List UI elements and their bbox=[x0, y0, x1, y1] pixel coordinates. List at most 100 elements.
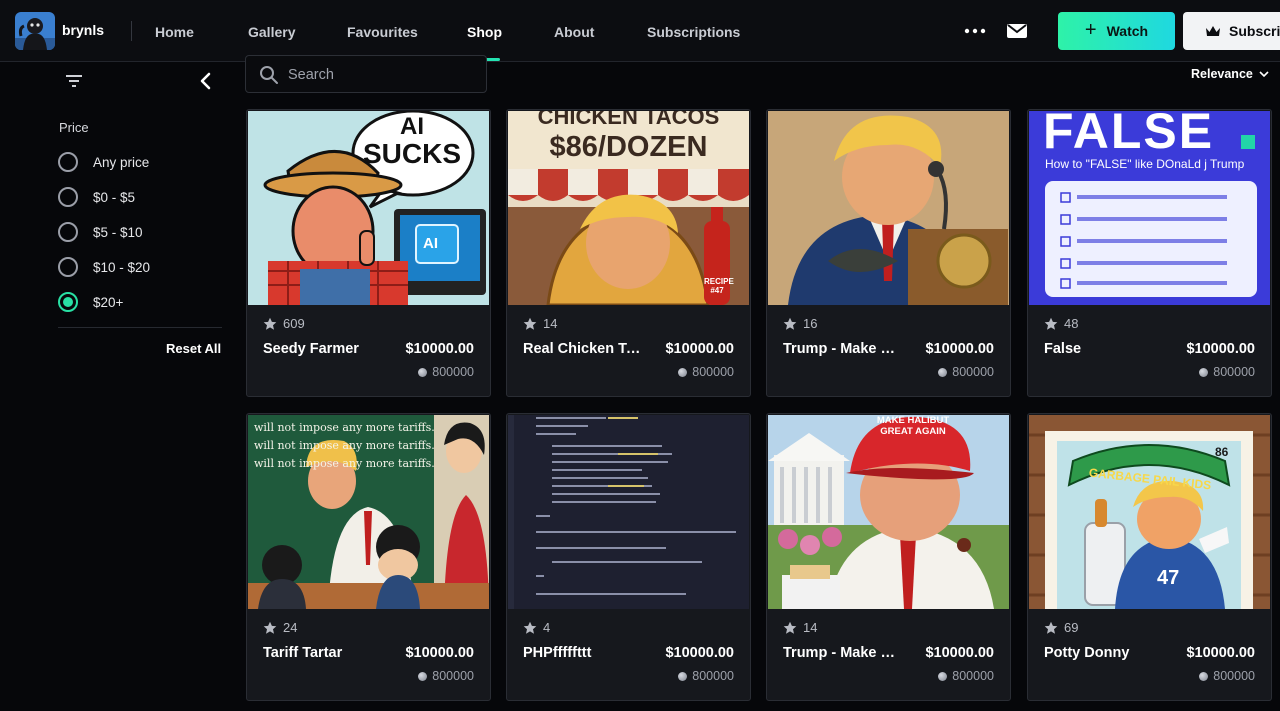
likes: 609 bbox=[263, 316, 305, 331]
likes: 14 bbox=[523, 316, 557, 331]
chevron-down-icon bbox=[1259, 70, 1269, 77]
likes: 24 bbox=[263, 620, 297, 635]
star-icon bbox=[523, 317, 537, 330]
nav-home[interactable]: Home bbox=[155, 24, 194, 40]
product-card-potty-donny[interactable]: GARBAGE PAIL KIDS 86 47 69 Potty Donny $… bbox=[1027, 413, 1272, 701]
product-card-trump-make-halibut-2[interactable]: MAKE HALIBUT GREAT AGAIN 14 Trump - Make… bbox=[766, 413, 1011, 701]
nav-about[interactable]: About bbox=[554, 24, 594, 40]
plus-icon: + bbox=[1084, 19, 1097, 41]
product-card-trump-make-halibut[interactable]: 16 Trump - Make Halibut Great Again $100… bbox=[766, 109, 1011, 397]
product-points: 800000 bbox=[418, 669, 474, 683]
points-icon bbox=[1199, 671, 1209, 681]
nav-favourites[interactable]: Favourites bbox=[347, 24, 418, 40]
avatar[interactable] bbox=[15, 12, 55, 50]
likes-count: 14 bbox=[543, 316, 558, 331]
likes-count: 4 bbox=[543, 620, 551, 635]
card-meta: 48 False $10000.00 800000 bbox=[1028, 306, 1271, 396]
likes: 48 bbox=[1044, 316, 1078, 331]
product-thumbnail[interactable]: GARBAGE PAIL KIDS 86 47 bbox=[1029, 415, 1270, 609]
thumbnail-text: AI bbox=[423, 235, 438, 252]
radio-button-selected[interactable] bbox=[58, 292, 78, 312]
search-input[interactable] bbox=[288, 64, 478, 86]
star-icon bbox=[1044, 317, 1058, 330]
product-card-seedy-farmer[interactable]: AI SUCKS AI 609 Seedy Farmer $10000.00 8… bbox=[246, 109, 491, 397]
product-price: $10000.00 bbox=[1186, 341, 1255, 357]
product-title[interactable]: PHPfffffttt bbox=[523, 645, 645, 661]
product-title[interactable]: Real Chicken Tacos bbox=[523, 341, 645, 357]
chevron-left-icon[interactable] bbox=[199, 72, 213, 90]
search-box[interactable] bbox=[245, 55, 487, 93]
product-price: $10000.00 bbox=[665, 341, 734, 357]
product-card-false[interactable]: FALSE How to "FALSE" like DOnaLd j Trump… bbox=[1027, 109, 1272, 397]
price-option-any[interactable]: Any price bbox=[58, 151, 149, 173]
star-icon bbox=[783, 621, 797, 634]
more-icon[interactable] bbox=[963, 22, 987, 40]
product-thumbnail[interactable] bbox=[508, 415, 749, 609]
product-card-real-chicken-tacos[interactable]: CHICKEN TACOS $86/DOZEN RECIPE #47 14 Re… bbox=[506, 109, 751, 397]
price-filter-heading: Price bbox=[59, 120, 89, 135]
radio-button[interactable] bbox=[58, 257, 78, 277]
product-price: $10000.00 bbox=[1186, 645, 1255, 661]
price-option-10-20[interactable]: $10 - $20 bbox=[58, 256, 150, 278]
product-points: 800000 bbox=[938, 669, 994, 683]
product-thumbnail[interactable]: will not impose any more tariffs. will n… bbox=[248, 415, 489, 609]
product-price: $10000.00 bbox=[405, 341, 474, 357]
likes-count: 16 bbox=[803, 316, 818, 331]
thumbnail-text: 47 bbox=[1157, 567, 1180, 589]
price-option-5-10[interactable]: $5 - $10 bbox=[58, 221, 143, 243]
nav-gallery[interactable]: Gallery bbox=[248, 24, 295, 40]
product-title[interactable]: Trump - Make Halibut Great Again bbox=[783, 341, 905, 357]
radio-button[interactable] bbox=[58, 222, 78, 242]
price-option-0-5[interactable]: $0 - $5 bbox=[58, 186, 135, 208]
sort-dropdown[interactable]: Relevance bbox=[1191, 67, 1269, 81]
watch-label: Watch bbox=[1106, 23, 1149, 39]
filter-icon[interactable] bbox=[65, 73, 83, 89]
points-value: 800000 bbox=[432, 669, 474, 683]
product-card-phpfffffttt[interactable]: 4 PHPfffffttt $10000.00 800000 bbox=[506, 413, 751, 701]
points-value: 800000 bbox=[692, 365, 734, 379]
product-points: 800000 bbox=[1199, 669, 1255, 683]
watch-button[interactable]: + Watch bbox=[1058, 12, 1175, 50]
thumbnail-text: CHICKEN TACOS bbox=[537, 111, 720, 129]
product-title[interactable]: False bbox=[1044, 341, 1166, 357]
likes-count: 48 bbox=[1064, 316, 1079, 331]
product-points: 800000 bbox=[418, 365, 474, 379]
product-thumbnail[interactable]: MAKE HALIBUT GREAT AGAIN bbox=[768, 415, 1009, 609]
product-card-tariff-tartar[interactable]: will not impose any more tariffs. will n… bbox=[246, 413, 491, 701]
thumbnail-text: FALSE bbox=[1043, 111, 1215, 159]
card-meta: 14 Trump - Make Halibut Great Again $100… bbox=[767, 610, 1010, 700]
points-icon bbox=[418, 671, 428, 681]
points-value: 800000 bbox=[432, 365, 474, 379]
price-option-20-plus[interactable]: $20+ bbox=[58, 291, 123, 313]
nav-subscriptions[interactable]: Subscriptions bbox=[647, 24, 740, 40]
reset-all-button[interactable]: Reset All bbox=[166, 341, 221, 356]
username[interactable]: brynls bbox=[62, 22, 104, 38]
points-icon bbox=[1199, 367, 1209, 377]
points-value: 800000 bbox=[952, 365, 994, 379]
search-icon bbox=[260, 66, 278, 84]
product-thumbnail[interactable] bbox=[768, 111, 1009, 305]
product-thumbnail[interactable]: AI SUCKS AI bbox=[248, 111, 489, 305]
thumbnail-text: How to "FALSE" like DOnaLd j Trump bbox=[1045, 157, 1245, 171]
subscribe-button[interactable]: Subscrib bbox=[1183, 12, 1280, 50]
thumbnail-text: MAKE HALIBUT GREAT AGAIN bbox=[876, 415, 950, 437]
thumbnail-text: will not impose any more tariffs. bbox=[254, 421, 435, 434]
product-title[interactable]: Seedy Farmer bbox=[263, 341, 385, 357]
product-thumbnail[interactable]: FALSE How to "FALSE" like DOnaLd j Trump bbox=[1029, 111, 1270, 305]
subscribe-label: Subscrib bbox=[1229, 23, 1280, 39]
mail-icon[interactable] bbox=[1006, 22, 1028, 40]
points-icon bbox=[938, 367, 948, 377]
product-title[interactable]: Potty Donny bbox=[1044, 645, 1166, 661]
radio-button[interactable] bbox=[58, 187, 78, 207]
points-value: 800000 bbox=[1213, 365, 1255, 379]
thumbnail-text: will not impose any more tariffs. bbox=[254, 457, 435, 470]
radio-button[interactable] bbox=[58, 152, 78, 172]
likes: 16 bbox=[783, 316, 817, 331]
card-meta: 16 Trump - Make Halibut Great Again $100… bbox=[767, 306, 1010, 396]
product-price: $10000.00 bbox=[405, 645, 474, 661]
card-meta: 69 Potty Donny $10000.00 800000 bbox=[1028, 610, 1271, 700]
product-thumbnail[interactable]: CHICKEN TACOS $86/DOZEN RECIPE #47 bbox=[508, 111, 749, 305]
nav-shop[interactable]: Shop bbox=[467, 24, 502, 40]
product-title[interactable]: Tariff Tartar bbox=[263, 645, 385, 661]
product-title[interactable]: Trump - Make Halibut Great Again bbox=[783, 645, 905, 661]
